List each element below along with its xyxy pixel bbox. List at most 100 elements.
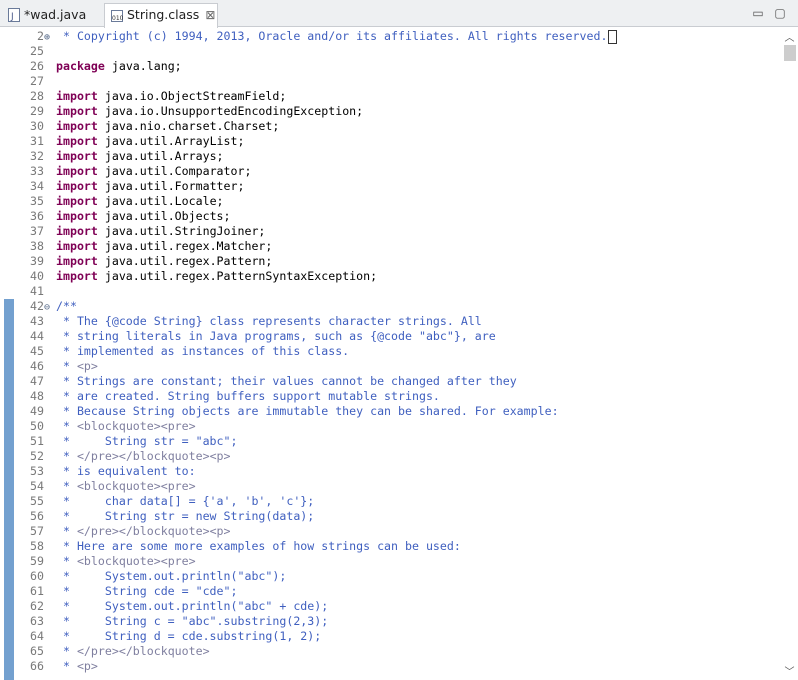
scroll-down-icon[interactable]: ﹀	[781, 663, 798, 678]
line-number: 47	[30, 374, 44, 388]
collapse-fold-icon[interactable]: ⊖	[44, 300, 56, 315]
fold-gutter	[44, 330, 56, 345]
class-file-icon: 010	[111, 9, 123, 22]
line-text: /**	[56, 299, 77, 313]
code-line: 57 * </pre></blockquote><p>	[14, 524, 768, 539]
line-number: 66	[30, 659, 44, 673]
line-number: 45	[30, 344, 44, 358]
line-text: * <p>	[56, 359, 98, 373]
keyword: import	[56, 209, 98, 223]
code-line: 30 import java.nio.charset.Charset;	[14, 119, 768, 134]
line-number: 46	[30, 359, 44, 373]
fold-gutter	[44, 285, 56, 300]
line-number: 31	[30, 134, 44, 148]
line-text: * <p>	[56, 659, 98, 673]
tab-label: *wad.java	[24, 7, 87, 22]
code-line: 27	[14, 74, 768, 89]
fold-gutter	[44, 615, 56, 630]
code-line: 39 import java.util.regex.Pattern;	[14, 254, 768, 269]
line-text: * <blockquote><pre>	[56, 479, 196, 493]
keyword: import	[56, 224, 98, 238]
code-line: 63 * String c = "abc".substring(2,3);	[14, 614, 768, 629]
line-number: 52	[30, 449, 44, 463]
line-number: 29	[30, 104, 44, 118]
maximize-icon[interactable]: ▢	[772, 6, 788, 20]
line-number: 44	[30, 329, 44, 343]
code-line: 55 * char data[] = {'a', 'b', 'c'};	[14, 494, 768, 509]
tab-wad-java[interactable]: J *wad.java	[4, 4, 104, 27]
fold-gutter	[44, 540, 56, 555]
line-text: * <blockquote><pre>	[56, 419, 196, 433]
line-text: * implemented as instances of this class…	[56, 344, 350, 358]
tab-string-class[interactable]: 010 String.class ⊠	[104, 3, 218, 28]
code-editor[interactable]: 2⊕ * Copyright (c) 1994, 2013, Oracle an…	[0, 29, 798, 680]
line-text: import java.util.ArrayList;	[56, 134, 245, 148]
line-number: 27	[30, 74, 44, 88]
line-number: 61	[30, 584, 44, 598]
code-line: 52 * </pre></blockquote><p>	[14, 449, 768, 464]
line-text: * String str = "abc";	[56, 434, 238, 448]
fold-gutter	[44, 510, 56, 525]
keyword: import	[56, 179, 98, 193]
line-text: import java.util.regex.PatternSyntaxExce…	[56, 269, 378, 283]
fold-gutter	[44, 120, 56, 135]
svg-text:J: J	[10, 12, 14, 22]
svg-text:010: 010	[112, 15, 123, 22]
fold-gutter	[44, 150, 56, 165]
java-file-icon: J	[8, 7, 20, 22]
line-number: 32	[30, 149, 44, 163]
line-number: 41	[30, 284, 44, 298]
line-number: 42	[30, 299, 44, 313]
fold-gutter	[44, 435, 56, 450]
line-text: import java.util.Formatter;	[56, 179, 245, 193]
line-text: import java.util.regex.Pattern;	[56, 254, 273, 268]
line-number: 34	[30, 179, 44, 193]
line-number: 59	[30, 554, 44, 568]
fold-gutter	[44, 90, 56, 105]
fold-gutter	[44, 210, 56, 225]
line-text: import java.util.Comparator;	[56, 164, 252, 178]
code-line: 51 * String str = "abc";	[14, 434, 768, 449]
vertical-scrollbar[interactable]: ︿ ﹀	[781, 29, 798, 680]
line-number: 26	[30, 59, 44, 73]
code-line: 42⊖/**	[14, 299, 768, 314]
line-text: * </pre></blockquote>	[56, 644, 210, 658]
line-number: 65	[30, 644, 44, 658]
fold-gutter	[44, 255, 56, 270]
code-line: 2⊕ * Copyright (c) 1994, 2013, Oracle an…	[14, 29, 768, 44]
minimize-icon[interactable]: ▭	[750, 6, 766, 20]
line-text: * Strings are constant; their values can…	[56, 374, 517, 388]
line-text: * </pre></blockquote><p>	[56, 449, 231, 463]
line-text: import java.util.regex.Matcher;	[56, 239, 273, 253]
line-text: * Copyright (c) 1994, 2013, Oracle and/o…	[56, 29, 618, 44]
scroll-up-icon[interactable]: ︿	[781, 29, 798, 44]
folded-region-marker[interactable]	[608, 29, 618, 44]
line-text: * Because String objects are immutable t…	[56, 404, 559, 418]
line-text: import java.util.Objects;	[56, 209, 231, 223]
code-line: 48 * are created. String buffers support…	[14, 389, 768, 404]
line-number: 49	[30, 404, 44, 418]
close-icon[interactable]: ⊠	[205, 5, 215, 26]
expand-fold-icon[interactable]: ⊕	[44, 30, 56, 45]
fold-gutter	[44, 600, 56, 615]
code-line: 37 import java.util.StringJoiner;	[14, 224, 768, 239]
line-number: 57	[30, 524, 44, 538]
code-line: 53 * is equivalent to:	[14, 464, 768, 479]
keyword: import	[56, 254, 98, 268]
scrollbar-thumb[interactable]	[784, 45, 796, 61]
fold-gutter	[44, 390, 56, 405]
fold-gutter	[44, 345, 56, 360]
line-number: 58	[30, 539, 44, 553]
fold-gutter	[44, 570, 56, 585]
line-number: 56	[30, 509, 44, 523]
code-line: 32 import java.util.Arrays;	[14, 149, 768, 164]
line-text: * is equivalent to:	[56, 464, 196, 478]
line-number: 60	[30, 569, 44, 583]
code-line: 36 import java.util.Objects;	[14, 209, 768, 224]
line-number: 39	[30, 254, 44, 268]
code-line: 58 * Here are some more examples of how …	[14, 539, 768, 554]
fold-gutter	[44, 165, 56, 180]
code-line: 29 import java.io.UnsupportedEncodingExc…	[14, 104, 768, 119]
fold-gutter	[44, 480, 56, 495]
fold-gutter	[44, 315, 56, 330]
